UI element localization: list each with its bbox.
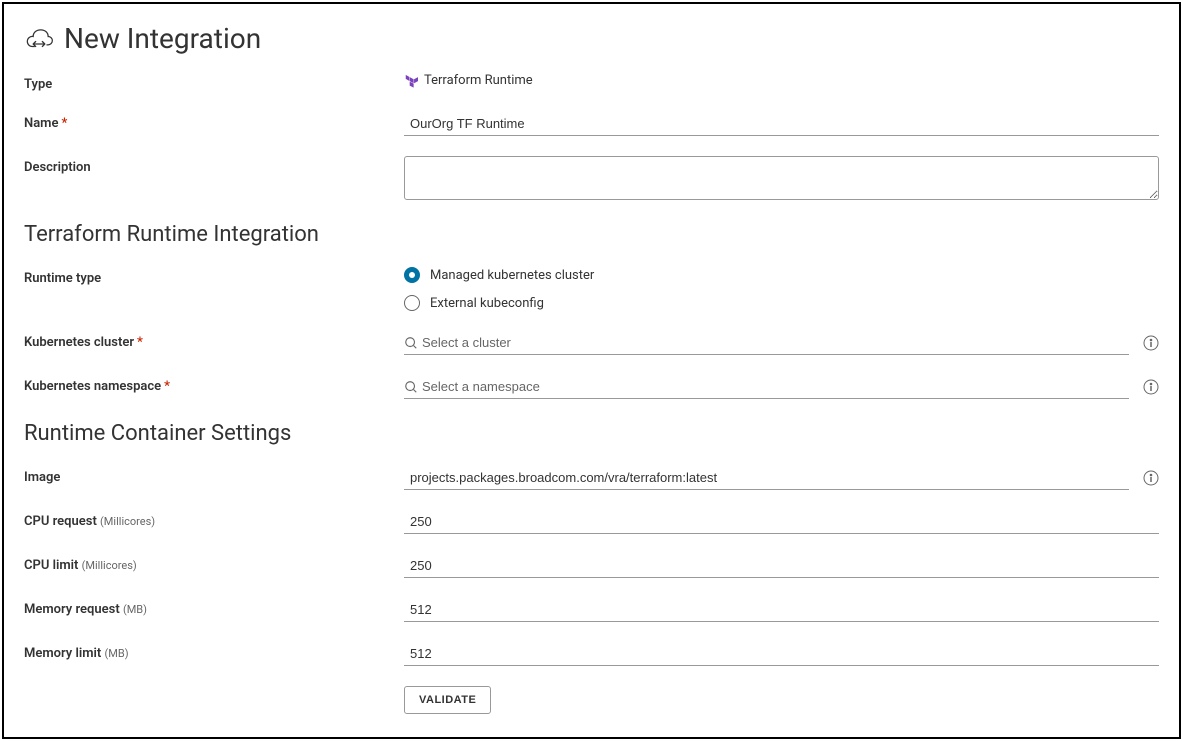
runtime-type-label: Runtime type bbox=[24, 267, 404, 286]
image-row: Image bbox=[24, 466, 1159, 490]
description-row: Description bbox=[24, 156, 1159, 200]
cpu-limit-input[interactable] bbox=[404, 554, 1159, 578]
k8s-namespace-input[interactable] bbox=[418, 375, 1129, 398]
image-label: Image bbox=[24, 466, 404, 485]
type-value: Terraform Runtime bbox=[404, 73, 533, 88]
radio-selected-icon bbox=[404, 267, 420, 283]
name-input[interactable] bbox=[404, 112, 1159, 136]
k8s-namespace-label: Kubernetes namespace* bbox=[24, 375, 404, 394]
memory-request-label: Memory request (MB) bbox=[24, 598, 404, 617]
memory-limit-row: Memory limit (MB) bbox=[24, 642, 1159, 666]
cloud-transfer-icon bbox=[24, 28, 54, 50]
search-icon bbox=[404, 380, 418, 394]
type-label: Type bbox=[24, 73, 404, 92]
k8s-cluster-row: Kubernetes cluster* bbox=[24, 331, 1159, 355]
description-textarea[interactable] bbox=[404, 156, 1159, 200]
k8s-cluster-search[interactable] bbox=[404, 331, 1129, 355]
cpu-request-row: CPU request (Millicores) bbox=[24, 510, 1159, 534]
button-row: VALIDATE bbox=[404, 686, 1159, 714]
description-label: Description bbox=[24, 156, 404, 175]
radio-unselected-icon bbox=[404, 295, 420, 311]
page-title: New Integration bbox=[64, 22, 261, 55]
info-icon[interactable] bbox=[1143, 470, 1159, 486]
info-icon[interactable] bbox=[1143, 335, 1159, 351]
k8s-cluster-input[interactable] bbox=[418, 331, 1129, 354]
type-text: Terraform Runtime bbox=[424, 73, 533, 88]
terraform-icon bbox=[404, 74, 418, 88]
cpu-limit-label: CPU limit (Millicores) bbox=[24, 554, 404, 573]
memory-limit-input[interactable] bbox=[404, 642, 1159, 666]
cpu-request-input[interactable] bbox=[404, 510, 1159, 534]
name-label: Name* bbox=[24, 112, 404, 131]
radio-label: Managed kubernetes cluster bbox=[430, 268, 594, 283]
validate-button[interactable]: VALIDATE bbox=[404, 686, 491, 714]
cpu-request-label: CPU request (Millicores) bbox=[24, 510, 404, 529]
info-icon[interactable] bbox=[1143, 379, 1159, 395]
runtime-type-external[interactable]: External kubeconfig bbox=[404, 295, 594, 311]
radio-label: External kubeconfig bbox=[430, 296, 544, 311]
container-section-title: Runtime Container Settings bbox=[24, 421, 1159, 446]
type-row: Type Terraform Runtime bbox=[24, 73, 1159, 92]
memory-request-row: Memory request (MB) bbox=[24, 598, 1159, 622]
runtime-type-managed[interactable]: Managed kubernetes cluster bbox=[404, 267, 594, 283]
name-row: Name* bbox=[24, 112, 1159, 136]
memory-request-input[interactable] bbox=[404, 598, 1159, 622]
k8s-cluster-label: Kubernetes cluster* bbox=[24, 331, 404, 350]
search-icon bbox=[404, 336, 418, 350]
runtime-type-row: Runtime type Managed kubernetes cluster … bbox=[24, 267, 1159, 311]
page-header: New Integration bbox=[24, 22, 1159, 55]
runtime-section-title: Terraform Runtime Integration bbox=[24, 222, 1159, 247]
new-integration-form: New Integration Type Terraform Runtime N… bbox=[2, 2, 1181, 739]
cpu-limit-row: CPU limit (Millicores) bbox=[24, 554, 1159, 578]
memory-limit-label: Memory limit (MB) bbox=[24, 642, 404, 661]
k8s-namespace-row: Kubernetes namespace* bbox=[24, 375, 1159, 399]
runtime-type-radio-group: Managed kubernetes cluster External kube… bbox=[404, 267, 594, 311]
image-input[interactable] bbox=[404, 466, 1129, 490]
k8s-namespace-search[interactable] bbox=[404, 375, 1129, 399]
